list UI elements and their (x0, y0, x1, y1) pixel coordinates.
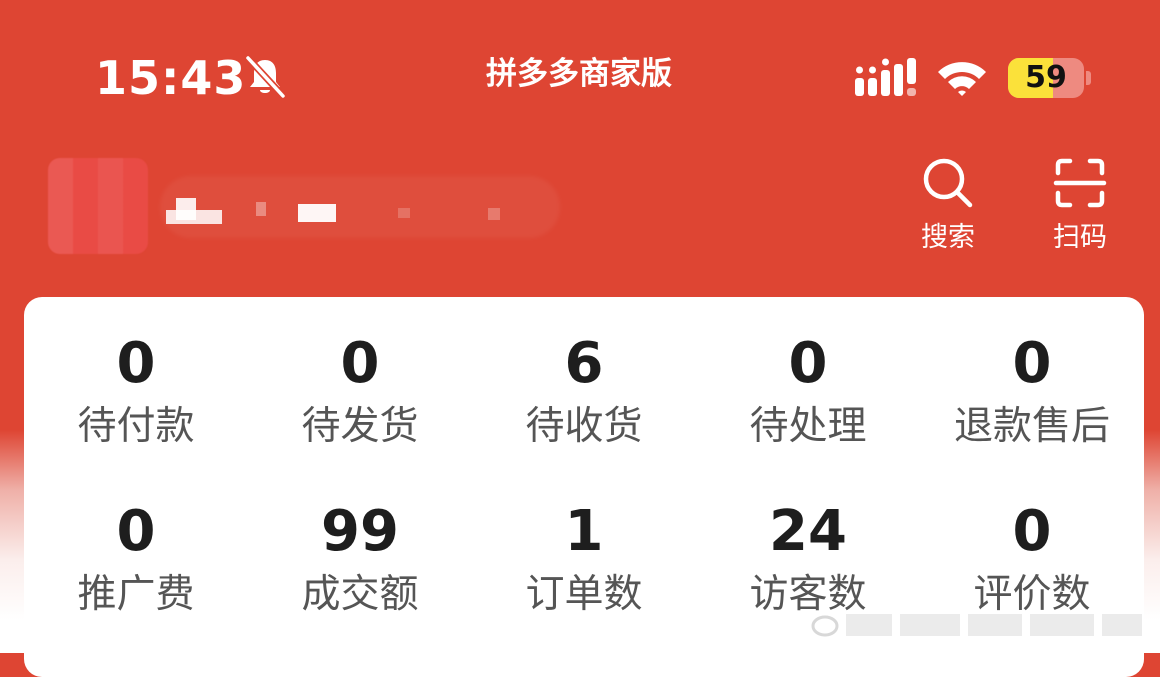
scan-button[interactable]: 扫码 (1040, 155, 1120, 255)
stat-value: 0 (116, 331, 156, 396)
stat-value: 24 (769, 499, 847, 564)
stat-label: 待收货 (525, 404, 643, 449)
stat-label: 订单数 (525, 572, 643, 617)
wifi-icon (938, 62, 986, 96)
bell-muted-icon (244, 54, 287, 100)
search-label: 搜索 (921, 222, 975, 253)
stat-value: 0 (116, 499, 156, 564)
stat-pending-receipt[interactable]: 6 待收货 (472, 329, 696, 455)
search-button[interactable]: 搜索 (908, 155, 988, 255)
stat-transaction-amount[interactable]: 99 成交额 (248, 497, 472, 623)
battery-indicator: 59 (1008, 58, 1092, 98)
stat-label: 成交额 (301, 572, 419, 617)
stat-value: 6 (564, 331, 604, 396)
watermark-logo-icon (811, 615, 839, 637)
stat-label: 推广费 (77, 572, 195, 617)
stat-label: 待处理 (749, 404, 867, 449)
store-name (160, 176, 560, 238)
stat-pending-shipment[interactable]: 0 待发货 (248, 329, 472, 455)
status-bar: 15:43 拼多多商家版 59 (0, 0, 1160, 150)
stat-value: 0 (1012, 499, 1052, 564)
stat-refund-aftersale[interactable]: 0 退款售后 (920, 329, 1144, 455)
stat-value: 1 (564, 499, 604, 564)
signal-icon (855, 58, 916, 96)
stat-order-count[interactable]: 1 订单数 (472, 497, 696, 623)
stat-value: 0 (340, 331, 380, 396)
stat-value: 99 (321, 499, 399, 564)
watermark (808, 604, 1148, 644)
stat-promotion-fee[interactable]: 0 推广费 (24, 497, 248, 623)
scan-label: 扫码 (1053, 222, 1107, 253)
scan-icon (1053, 158, 1107, 208)
stat-value: 0 (788, 331, 828, 396)
stat-pending-processing[interactable]: 0 待处理 (696, 329, 920, 455)
store-info[interactable] (48, 158, 568, 258)
stat-value: 0 (1012, 331, 1052, 396)
stat-pending-payment[interactable]: 0 待付款 (24, 329, 248, 455)
search-icon (923, 158, 973, 208)
stat-label: 待发货 (301, 404, 419, 449)
battery-level: 59 (1025, 60, 1067, 95)
status-time: 15:43 (95, 51, 247, 105)
store-avatar[interactable] (48, 158, 148, 254)
app-name: 拼多多商家版 (486, 56, 672, 92)
stat-label: 待付款 (77, 404, 195, 449)
stat-label: 退款售后 (953, 404, 1110, 449)
